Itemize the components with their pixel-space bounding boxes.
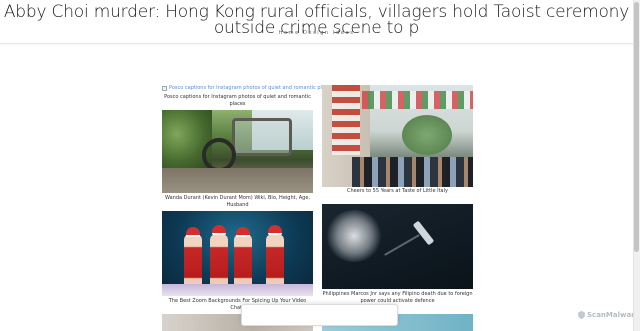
scrollbar[interactable] <box>633 0 640 331</box>
watermark: ScanMalware <box>578 311 639 319</box>
site-header: Abby Choi murder: Hong Kong rural offici… <box>0 0 633 44</box>
card-caption[interactable]: Philippines Marcos Jnr says any Filipino… <box>322 291 473 305</box>
broken-image-icon <box>162 85 167 91</box>
site-tagline[interactable]: Home Design Ideas <box>0 30 633 36</box>
overlay-popup[interactable] <box>241 304 398 326</box>
card-caption[interactable]: Wanda Durant (Kevin Durant Mom) Wiki, Bi… <box>162 195 313 209</box>
card-image-sea[interactable] <box>322 204 473 289</box>
card-caption[interactable]: Posco captions for Instagram photos of q… <box>162 94 313 108</box>
scrollbar-thumb[interactable] <box>634 2 639 252</box>
broken-image-alt: Posco captions for Instagram photos of q… <box>169 85 334 91</box>
card-image-santas[interactable] <box>162 211 313 296</box>
watermark-text: ScanMalware <box>587 311 640 319</box>
broken-image[interactable]: Posco captions for Instagram photos of q… <box>162 85 333 91</box>
card-image-street-festival[interactable] <box>322 85 473 187</box>
card-caption[interactable]: Cheers to 55 Years at Taste of Little It… <box>322 188 473 195</box>
card-image-truck[interactable] <box>162 110 313 193</box>
shield-icon <box>578 311 585 319</box>
